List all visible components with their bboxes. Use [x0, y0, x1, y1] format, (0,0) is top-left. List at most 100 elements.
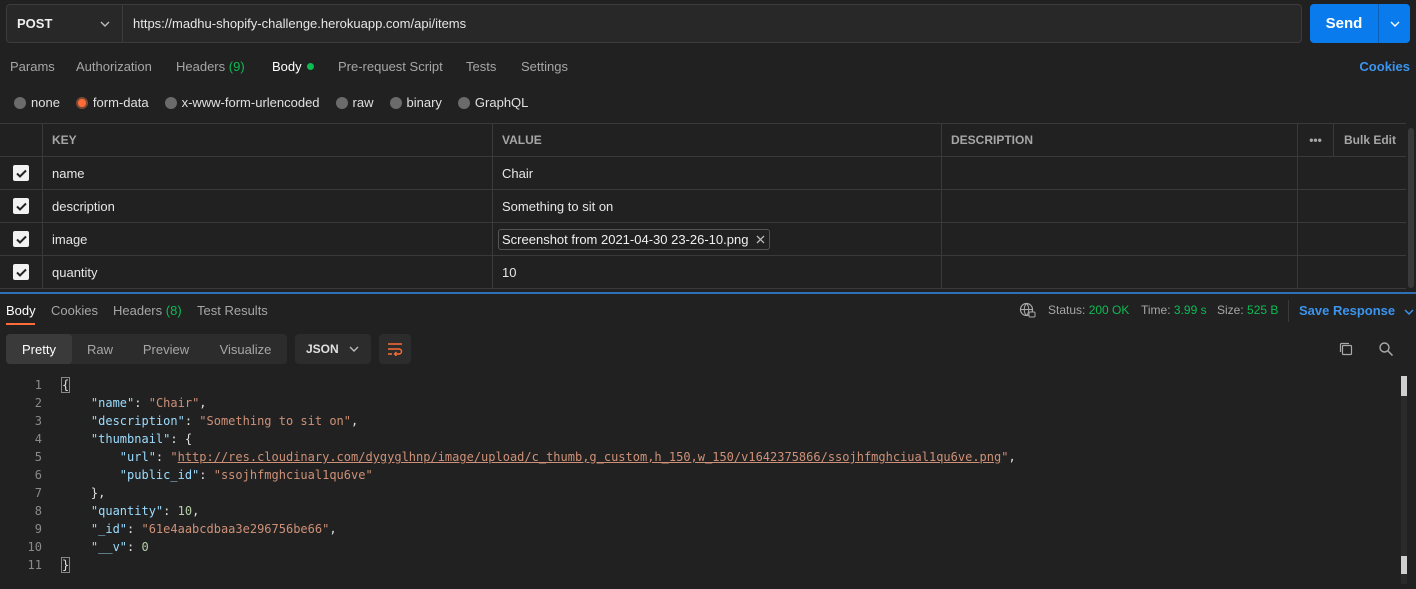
- radio-none[interactable]: none: [14, 95, 60, 110]
- key-cell[interactable]: name: [43, 157, 493, 189]
- radio-circle: [335, 96, 348, 109]
- header-description: DESCRIPTION: [942, 124, 1298, 156]
- scrollbar-thumb[interactable]: [1401, 376, 1407, 396]
- brace: {: [60, 377, 71, 393]
- radio-label: binary: [406, 95, 442, 110]
- value-cell[interactable]: Screenshot from 2021-04-30 23-26-10.png: [493, 223, 942, 255]
- radio-graphql[interactable]: GraphQL: [457, 95, 528, 110]
- table-row: quantity 10: [0, 256, 1406, 289]
- radio-form-data[interactable]: form-data: [75, 95, 149, 110]
- row-spacer: [1334, 256, 1406, 288]
- key-cell[interactable]: quantity: [43, 256, 493, 288]
- headers-count: (9): [228, 59, 245, 74]
- json-key: "thumbnail": [90, 432, 171, 446]
- header-value: VALUE: [493, 124, 942, 156]
- description-cell[interactable]: [942, 256, 1298, 288]
- row-checkbox[interactable]: [13, 264, 29, 280]
- send-button[interactable]: Send: [1310, 4, 1410, 43]
- tab-tests[interactable]: Tests: [466, 59, 496, 74]
- copy-button[interactable]: [1337, 340, 1355, 358]
- json-string: "ssojhfmghciual1qu6ve": [213, 468, 373, 482]
- radio-raw[interactable]: raw: [335, 95, 374, 110]
- quote: ": [170, 450, 178, 464]
- view-pretty[interactable]: Pretty: [6, 334, 72, 364]
- line-number: 9: [34, 522, 42, 536]
- response-tab-cookies[interactable]: Cookies: [51, 303, 98, 318]
- json-key: "name": [90, 396, 135, 410]
- tab-pre-request-script[interactable]: Pre-request Script: [338, 59, 443, 74]
- copy-icon: [1339, 342, 1353, 356]
- wrap-lines-icon: [388, 343, 403, 356]
- tab-settings[interactable]: Settings: [521, 59, 568, 74]
- search-button[interactable]: [1377, 340, 1395, 358]
- radio-x-www-form-urlencoded[interactable]: x-www-form-urlencoded: [164, 95, 320, 110]
- radio-label: raw: [352, 95, 374, 110]
- key-cell[interactable]: description: [43, 190, 493, 222]
- response-body-code[interactable]: 1{ 2 "name": "Chair", 3 "description": "…: [0, 376, 1400, 574]
- json-key: "description": [90, 414, 185, 428]
- response-tab-body[interactable]: Body: [6, 303, 36, 318]
- code-line: 8 "quantity": 10,: [0, 502, 1400, 520]
- line-number: 1: [34, 378, 42, 392]
- radio-binary[interactable]: binary: [389, 95, 442, 110]
- json-url-link[interactable]: http://res.cloudinary.com/dygyglhnp/imag…: [178, 450, 1002, 464]
- size-readout: Size: 525 B: [1217, 303, 1278, 317]
- cookies-link[interactable]: Cookies: [1359, 59, 1410, 74]
- tab-body[interactable]: Body: [272, 59, 314, 74]
- globe-icon[interactable]: [1019, 302, 1036, 319]
- json-key: "url": [119, 450, 156, 464]
- check-icon: [15, 268, 27, 277]
- code-line: 7 },: [0, 484, 1400, 502]
- send-options-button[interactable]: [1378, 4, 1410, 43]
- method-select[interactable]: POST: [7, 5, 123, 42]
- line-content: "public_id": "ssojhfmghciual1qu6ve": [119, 468, 373, 482]
- view-raw[interactable]: Raw: [72, 334, 128, 364]
- format-select[interactable]: JSON: [295, 334, 371, 364]
- tab-authorization[interactable]: Authorization: [76, 59, 152, 74]
- tab-params[interactable]: Params: [10, 59, 55, 74]
- row-spacer: [1298, 157, 1334, 189]
- description-cell[interactable]: [942, 157, 1298, 189]
- value-cell[interactable]: 10: [493, 256, 942, 288]
- code-line: 5 "url": "http://res.cloudinary.com/dygy…: [0, 448, 1400, 466]
- radio-label: x-www-form-urlencoded: [181, 95, 320, 110]
- table-row: name Chair: [0, 157, 1406, 190]
- radio-label: none: [31, 95, 60, 110]
- code-scrollbar[interactable]: [1401, 376, 1407, 584]
- tab-headers-label: Headers: [176, 59, 226, 74]
- tab-headers[interactable]: Headers (9): [176, 59, 245, 74]
- key-cell[interactable]: image: [43, 223, 493, 255]
- response-tab-test-results[interactable]: Test Results: [197, 303, 268, 318]
- code-line: 1{: [0, 376, 1400, 394]
- description-cell[interactable]: [942, 190, 1298, 222]
- view-visualize[interactable]: Visualize: [204, 334, 287, 364]
- view-preview[interactable]: Preview: [128, 334, 204, 364]
- description-cell[interactable]: [942, 223, 1298, 255]
- table-scrollbar[interactable]: [1408, 128, 1414, 288]
- row-checkbox[interactable]: [13, 231, 29, 247]
- value-cell[interactable]: Something to sit on: [493, 190, 942, 222]
- value-cell[interactable]: Chair: [493, 157, 942, 189]
- line-content: "_id": "61e4aabcdbaa3e296756be66",: [90, 522, 337, 536]
- more-options-button[interactable]: •••: [1298, 124, 1334, 156]
- file-name: Screenshot from 2021-04-30 23-26-10.png: [502, 231, 749, 247]
- row-checkbox[interactable]: [13, 198, 29, 214]
- url-input[interactable]: https://madhu-shopify-challenge.herokuap…: [123, 16, 466, 31]
- body-indicator-dot: [306, 63, 314, 71]
- response-tab-headers[interactable]: Headers (8): [113, 303, 182, 318]
- line-content: {: [42, 376, 71, 394]
- wrap-lines-button[interactable]: [379, 334, 411, 364]
- scrollbar-thumb[interactable]: [1401, 556, 1407, 574]
- line-number: 10: [27, 540, 42, 554]
- radio-label: form-data: [92, 95, 149, 110]
- line-number: 2: [34, 396, 42, 410]
- bulk-edit-button[interactable]: Bulk Edit: [1334, 124, 1406, 156]
- row-checkbox[interactable]: [13, 165, 29, 181]
- close-icon[interactable]: [756, 235, 765, 244]
- row-checkbox-cell: [0, 223, 43, 255]
- line-content: "quantity": 10,: [90, 504, 200, 518]
- table-row: image Screenshot from 2021-04-30 23-26-1…: [0, 223, 1406, 256]
- format-label: JSON: [306, 342, 339, 356]
- time-value: 3.99 s: [1173, 303, 1207, 317]
- save-response-button[interactable]: Save Response: [1299, 303, 1414, 318]
